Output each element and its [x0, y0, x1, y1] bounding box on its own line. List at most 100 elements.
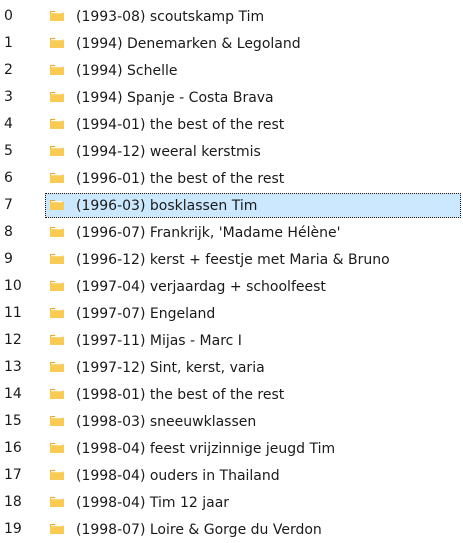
list-row: 16 (1998-04) feest vrijzinnige jeugd Tim — [0, 435, 463, 462]
folder-name: (1998-04) Tim 12 jaar — [76, 495, 230, 511]
folder-item[interactable]: (1998-01) the best of the rest — [45, 382, 461, 407]
list-row: 7 (1996-03) bosklassen Tim — [0, 192, 463, 219]
folder-item[interactable]: (1994) Schelle — [45, 58, 461, 83]
folder-item[interactable]: (1998-04) feest vrijzinnige jeugd Tim — [45, 436, 461, 461]
folder-item[interactable]: (1997-12) Sint, kerst, varia — [45, 355, 461, 380]
folder-icon — [49, 386, 65, 402]
folder-name: (1994-01) the best of the rest — [76, 117, 285, 133]
list-row: 15 (1998-03) sneeuwklassen — [0, 408, 463, 435]
folder-name: (1997-12) Sint, kerst, varia — [76, 360, 265, 376]
list-row: 13 (1997-12) Sint, kerst, varia — [0, 354, 463, 381]
folder-icon — [49, 467, 65, 483]
row-index: 11 — [4, 305, 22, 321]
folder-item[interactable]: (1994) Denemarken & Legoland — [45, 31, 461, 56]
folder-icon — [49, 8, 65, 24]
folder-item[interactable]: (1996-12) kerst + feestje met Maria & Br… — [45, 247, 461, 272]
folder-icon — [49, 251, 65, 267]
folder-name: (1993-08) scoutskamp Tim — [76, 9, 265, 25]
folder-name: (1998-01) the best of the rest — [76, 387, 285, 403]
list-row: 12 (1997-11) Mijas - Marc I — [0, 327, 463, 354]
folder-icon — [49, 170, 65, 186]
list-row: 0 (1993-08) scoutskamp Tim — [0, 3, 463, 30]
folder-icon — [49, 224, 65, 240]
folder-list: 0 (1993-08) scoutskamp Tim 1 (1994) Dene… — [0, 3, 463, 543]
row-index: 8 — [4, 224, 13, 240]
folder-item[interactable]: (1996-01) the best of the rest — [45, 166, 461, 191]
folder-icon — [49, 332, 65, 348]
folder-icon — [49, 35, 65, 51]
list-row: 10 (1997-04) verjaardag + schoolfeest — [0, 273, 463, 300]
row-index: 5 — [4, 143, 13, 159]
folder-icon — [49, 440, 65, 456]
row-index: 18 — [4, 494, 22, 510]
row-index: 6 — [4, 170, 13, 186]
folder-icon — [49, 359, 65, 375]
folder-item[interactable]: (1994) Spanje - Costa Brava — [45, 85, 461, 110]
list-row: 11 (1997-07) Engeland — [0, 300, 463, 327]
folder-item[interactable]: (1994-01) the best of the rest — [45, 112, 461, 137]
folder-icon — [49, 62, 65, 78]
folder-name: (1996-07) Frankrijk, 'Madame Hélène' — [76, 225, 341, 241]
folder-name: (1997-11) Mijas - Marc I — [76, 333, 242, 349]
folder-item[interactable]: (1998-03) sneeuwklassen — [45, 409, 461, 434]
list-row: 18 (1998-04) Tim 12 jaar — [0, 489, 463, 516]
folder-item[interactable]: (1997-04) verjaardag + schoolfeest — [45, 274, 461, 299]
list-row: 6 (1996-01) the best of the rest — [0, 165, 463, 192]
folder-name: (1997-07) Engeland — [76, 306, 216, 322]
folder-item[interactable]: (1994-12) weeral kerstmis — [45, 139, 461, 164]
folder-name: (1994) Denemarken & Legoland — [76, 36, 301, 52]
row-index: 9 — [4, 251, 13, 267]
row-index: 16 — [4, 440, 22, 456]
row-index: 19 — [4, 521, 22, 537]
folder-icon — [49, 413, 65, 429]
list-row: 9 (1996-12) kerst + feestje met Maria & … — [0, 246, 463, 273]
folder-name: (1998-07) Loire & Gorge du Verdon — [76, 522, 322, 538]
row-index: 10 — [4, 278, 22, 294]
folder-icon — [49, 89, 65, 105]
list-row: 17 (1998-04) ouders in Thailand — [0, 462, 463, 489]
folder-name: (1997-04) verjaardag + schoolfeest — [76, 279, 326, 295]
folder-name: (1994) Schelle — [76, 63, 178, 79]
folder-name: (1998-04) ouders in Thailand — [76, 468, 280, 484]
folder-name: (1996-03) bosklassen Tim — [76, 198, 258, 214]
row-index: 13 — [4, 359, 22, 375]
folder-name: (1996-12) kerst + feestje met Maria & Br… — [76, 252, 390, 268]
folder-icon — [49, 197, 65, 213]
row-index: 14 — [4, 386, 22, 402]
row-index: 3 — [4, 89, 13, 105]
folder-item[interactable]: (1996-07) Frankrijk, 'Madame Hélène' — [45, 220, 461, 245]
list-row: 4 (1994-01) the best of the rest — [0, 111, 463, 138]
row-index: 7 — [4, 197, 13, 213]
folder-item[interactable]: (1998-04) ouders in Thailand — [45, 463, 461, 488]
folder-name: (1994) Spanje - Costa Brava — [76, 90, 274, 106]
folder-item[interactable]: (1998-07) Loire & Gorge du Verdon — [45, 517, 461, 542]
folder-item[interactable]: (1993-08) scoutskamp Tim — [45, 4, 461, 29]
folder-icon — [49, 494, 65, 510]
row-index: 17 — [4, 467, 22, 483]
list-row: 8 (1996-07) Frankrijk, 'Madame Hélène' — [0, 219, 463, 246]
folder-item[interactable]: (1997-07) Engeland — [45, 301, 461, 326]
row-index: 0 — [4, 8, 13, 24]
folder-icon — [49, 116, 65, 132]
list-row: 14 (1998-01) the best of the rest — [0, 381, 463, 408]
list-row: 19 (1998-07) Loire & Gorge du Verdon — [0, 516, 463, 543]
folder-icon — [49, 143, 65, 159]
row-index: 1 — [4, 35, 13, 51]
row-index: 2 — [4, 62, 13, 78]
list-row: 2 (1994) Schelle — [0, 57, 463, 84]
folder-item[interactable]: (1997-11) Mijas - Marc I — [45, 328, 461, 353]
folder-item[interactable]: (1996-03) bosklassen Tim — [45, 193, 461, 218]
folder-name: (1996-01) the best of the rest — [76, 171, 285, 187]
folder-item[interactable]: (1998-04) Tim 12 jaar — [45, 490, 461, 515]
row-index: 12 — [4, 332, 22, 348]
folder-name: (1998-04) feest vrijzinnige jeugd Tim — [76, 441, 336, 457]
folder-name: (1994-12) weeral kerstmis — [76, 144, 261, 160]
list-row: 5 (1994-12) weeral kerstmis — [0, 138, 463, 165]
folder-icon — [49, 521, 65, 537]
folder-icon — [49, 278, 65, 294]
row-index: 4 — [4, 116, 13, 132]
folder-icon — [49, 305, 65, 321]
list-row: 3 (1994) Spanje - Costa Brava — [0, 84, 463, 111]
row-index: 15 — [4, 413, 22, 429]
folder-name: (1998-03) sneeuwklassen — [76, 414, 257, 430]
